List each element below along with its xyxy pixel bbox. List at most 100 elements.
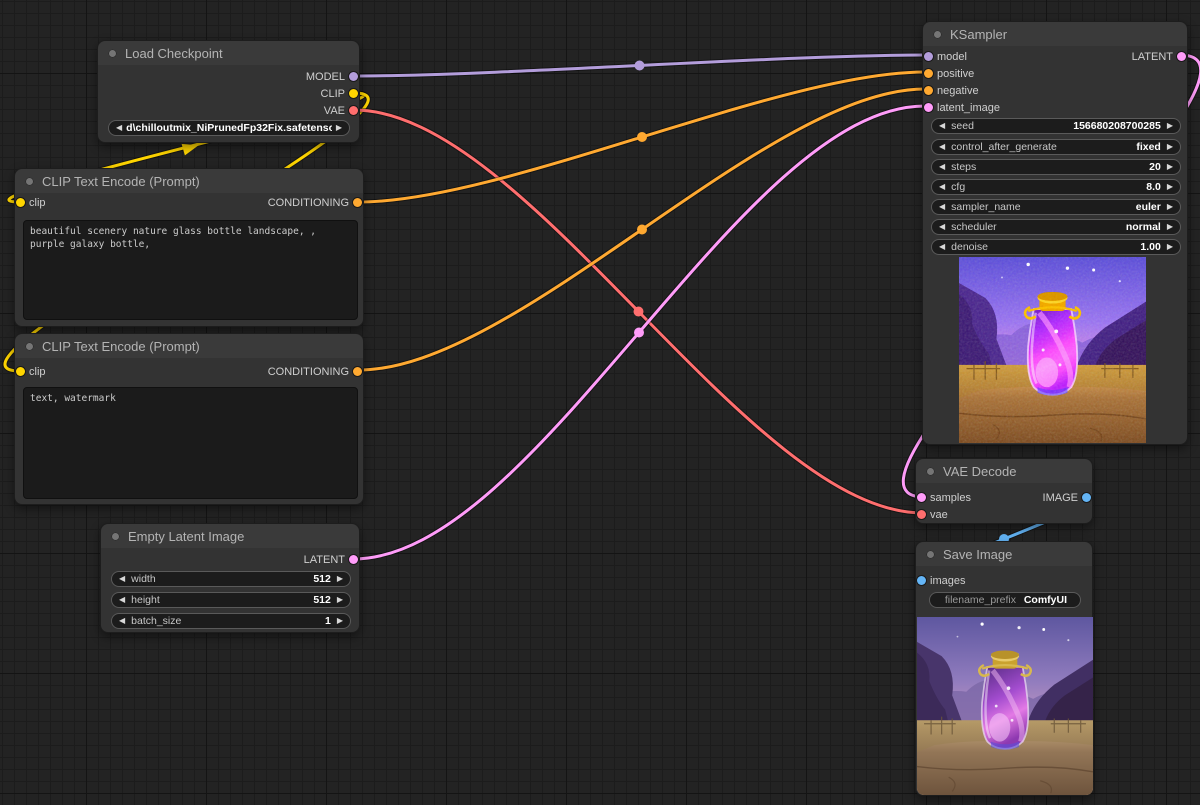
slot-dot-conditioning[interactable] (353, 367, 362, 376)
stepper-right-icon[interactable]: ▶ (1167, 183, 1173, 191)
output-slot-conditioning[interactable]: CONDITIONING (268, 365, 363, 379)
output-slot-clip[interactable]: CLIP (321, 87, 359, 101)
slot-dot-clip[interactable] (16, 198, 25, 207)
node-vae-decode[interactable]: VAE Decode samples vae IMAGE (915, 458, 1093, 524)
stepper-left-icon[interactable]: ◀ (939, 122, 945, 130)
stepper-left-icon[interactable]: ◀ (939, 163, 945, 171)
node-empty-latent-image[interactable]: Empty Latent Image LATENT ◀ width 512 ▶ … (100, 523, 360, 633)
widget-label: steps (951, 161, 1143, 173)
output-slot-conditioning[interactable]: CONDITIONING (268, 196, 363, 210)
output-slot-latent[interactable]: LATENT (304, 553, 359, 567)
wire-midpoint-dot[interactable] (635, 61, 645, 71)
input-slot-samples[interactable]: samples (916, 491, 971, 505)
input-slot-images[interactable]: images (916, 574, 965, 588)
seed-stepper[interactable]: ◀ seed 156680208700285 ▶ (931, 118, 1181, 134)
collapse-dot-icon[interactable] (111, 532, 120, 541)
slot-dot-latent[interactable] (349, 555, 358, 564)
slot-dot-conditioning[interactable] (353, 198, 362, 207)
cfg-stepper[interactable]: ◀ cfg 8.0 ▶ (931, 179, 1181, 195)
stepper-left-icon[interactable]: ◀ (939, 223, 945, 231)
scheduler-combo[interactable]: ◀ scheduler normal ▶ (931, 219, 1181, 235)
slot-dot-latent[interactable] (1177, 52, 1186, 61)
wire-midpoint-dot[interactable] (637, 132, 647, 142)
node-titlebar[interactable]: CLIP Text Encode (Prompt) (15, 334, 363, 358)
slot-dot-conditioning[interactable] (924, 69, 933, 78)
node-save-image[interactable]: Save Image images filename_prefix ComfyU… (915, 541, 1093, 796)
stepper-right-icon[interactable]: ▶ (1167, 223, 1173, 231)
stepper-left-icon[interactable]: ◀ (119, 596, 125, 604)
input-slot-model[interactable]: model (923, 50, 967, 64)
wire-midpoint-dot[interactable] (634, 327, 644, 337)
wire-midpoint-dot[interactable] (634, 306, 644, 316)
sampler-name-combo[interactable]: ◀ sampler_name euler ▶ (931, 199, 1181, 215)
input-slot-negative[interactable]: negative (923, 84, 979, 98)
width-stepper[interactable]: ◀ width 512 ▶ (111, 571, 351, 587)
control-after-generate-combo[interactable]: ◀ control_after_generate fixed ▶ (931, 139, 1181, 155)
height-stepper[interactable]: ◀ height 512 ▶ (111, 592, 351, 608)
stepper-right-icon[interactable]: ▶ (336, 124, 342, 132)
input-slot-clip[interactable]: clip (15, 365, 46, 379)
stepper-right-icon[interactable]: ▶ (1167, 143, 1173, 151)
node-titlebar[interactable]: CLIP Text Encode (Prompt) (15, 169, 363, 193)
stepper-right-icon[interactable]: ▶ (1167, 122, 1173, 130)
slot-dot-vae[interactable] (349, 106, 358, 115)
slot-dot-latent[interactable] (924, 103, 933, 112)
stepper-right-icon[interactable]: ▶ (337, 617, 343, 625)
slot-dot-conditioning[interactable] (924, 86, 933, 95)
stepper-right-icon[interactable]: ▶ (1167, 243, 1173, 251)
stepper-left-icon[interactable]: ◀ (939, 143, 945, 151)
collapse-dot-icon[interactable] (926, 467, 935, 476)
slot-dot-image[interactable] (917, 576, 926, 585)
input-slot-clip[interactable]: clip (15, 196, 46, 210)
input-slot-positive[interactable]: positive (923, 67, 974, 81)
slot-dot-image[interactable] (1082, 493, 1091, 502)
stepper-left-icon[interactable]: ◀ (939, 243, 945, 251)
node-clip-text-encode-positive[interactable]: CLIP Text Encode (Prompt) clip CONDITION… (14, 168, 364, 327)
node-titlebar[interactable]: Save Image (916, 542, 1092, 566)
steps-stepper[interactable]: ◀ steps 20 ▶ (931, 159, 1181, 175)
stepper-left-icon[interactable]: ◀ (939, 183, 945, 191)
slot-dot-model[interactable] (924, 52, 933, 61)
node-load-checkpoint[interactable]: Load Checkpoint MODEL CLIP VAE ◀ d\chill… (97, 40, 360, 143)
stepper-right-icon[interactable]: ▶ (337, 596, 343, 604)
slot-dot-vae[interactable] (917, 510, 926, 519)
slot-dot-clip[interactable] (16, 367, 25, 376)
widget-label: sampler_name (951, 201, 1130, 213)
node-ksampler[interactable]: KSampler model positive negative latent_… (922, 21, 1188, 445)
input-slot-latent-image[interactable]: latent_image (923, 101, 1000, 115)
output-slot-model[interactable]: MODEL (306, 70, 359, 84)
prompt-textarea[interactable]: beautiful scenery nature glass bottle la… (23, 220, 358, 320)
node-titlebar[interactable]: Load Checkpoint (98, 41, 359, 65)
slot-dot-latent[interactable] (917, 493, 926, 502)
collapse-dot-icon[interactable] (926, 550, 935, 559)
stepper-left-icon[interactable]: ◀ (119, 575, 125, 583)
batch-size-stepper[interactable]: ◀ batch_size 1 ▶ (111, 613, 351, 629)
stepper-left-icon[interactable]: ◀ (116, 124, 122, 132)
stepper-right-icon[interactable]: ▶ (337, 575, 343, 583)
slot-dot-model[interactable] (349, 72, 358, 81)
denoise-stepper[interactable]: ◀ denoise 1.00 ▶ (931, 239, 1181, 255)
ckpt-name-combo[interactable]: ◀ d\chilloutmix_NiPrunedFp32Fix.safetens… (108, 120, 350, 136)
stepper-right-icon[interactable]: ▶ (1167, 163, 1173, 171)
collapse-dot-icon[interactable] (933, 30, 942, 39)
node-titlebar[interactable]: Empty Latent Image (101, 524, 359, 548)
input-slot-vae[interactable]: vae (916, 508, 948, 522)
wire-midpoint-dot[interactable] (637, 225, 647, 235)
stepper-left-icon[interactable]: ◀ (119, 617, 125, 625)
filename-prefix-field[interactable]: filename_prefix ComfyUI (929, 592, 1081, 608)
comfyui-canvas[interactable]: { "colors":{ "MODEL":"#B39DDB","CLIP":"#… (0, 0, 1200, 805)
prompt-textarea[interactable]: text, watermark (23, 387, 358, 499)
output-slot-vae[interactable]: VAE (324, 104, 359, 118)
node-titlebar[interactable]: KSampler (923, 22, 1187, 46)
collapse-dot-icon[interactable] (108, 49, 117, 58)
node-titlebar[interactable]: VAE Decode (916, 459, 1092, 483)
output-slot-image[interactable]: IMAGE (1043, 491, 1092, 505)
widget-value: 8.0 (1146, 181, 1161, 193)
collapse-dot-icon[interactable] (25, 177, 34, 186)
collapse-dot-icon[interactable] (25, 342, 34, 351)
stepper-right-icon[interactable]: ▶ (1167, 203, 1173, 211)
stepper-left-icon[interactable]: ◀ (939, 203, 945, 211)
node-clip-text-encode-negative[interactable]: CLIP Text Encode (Prompt) clip CONDITION… (14, 333, 364, 505)
output-slot-latent[interactable]: LATENT (1132, 50, 1187, 64)
slot-dot-clip[interactable] (349, 89, 358, 98)
